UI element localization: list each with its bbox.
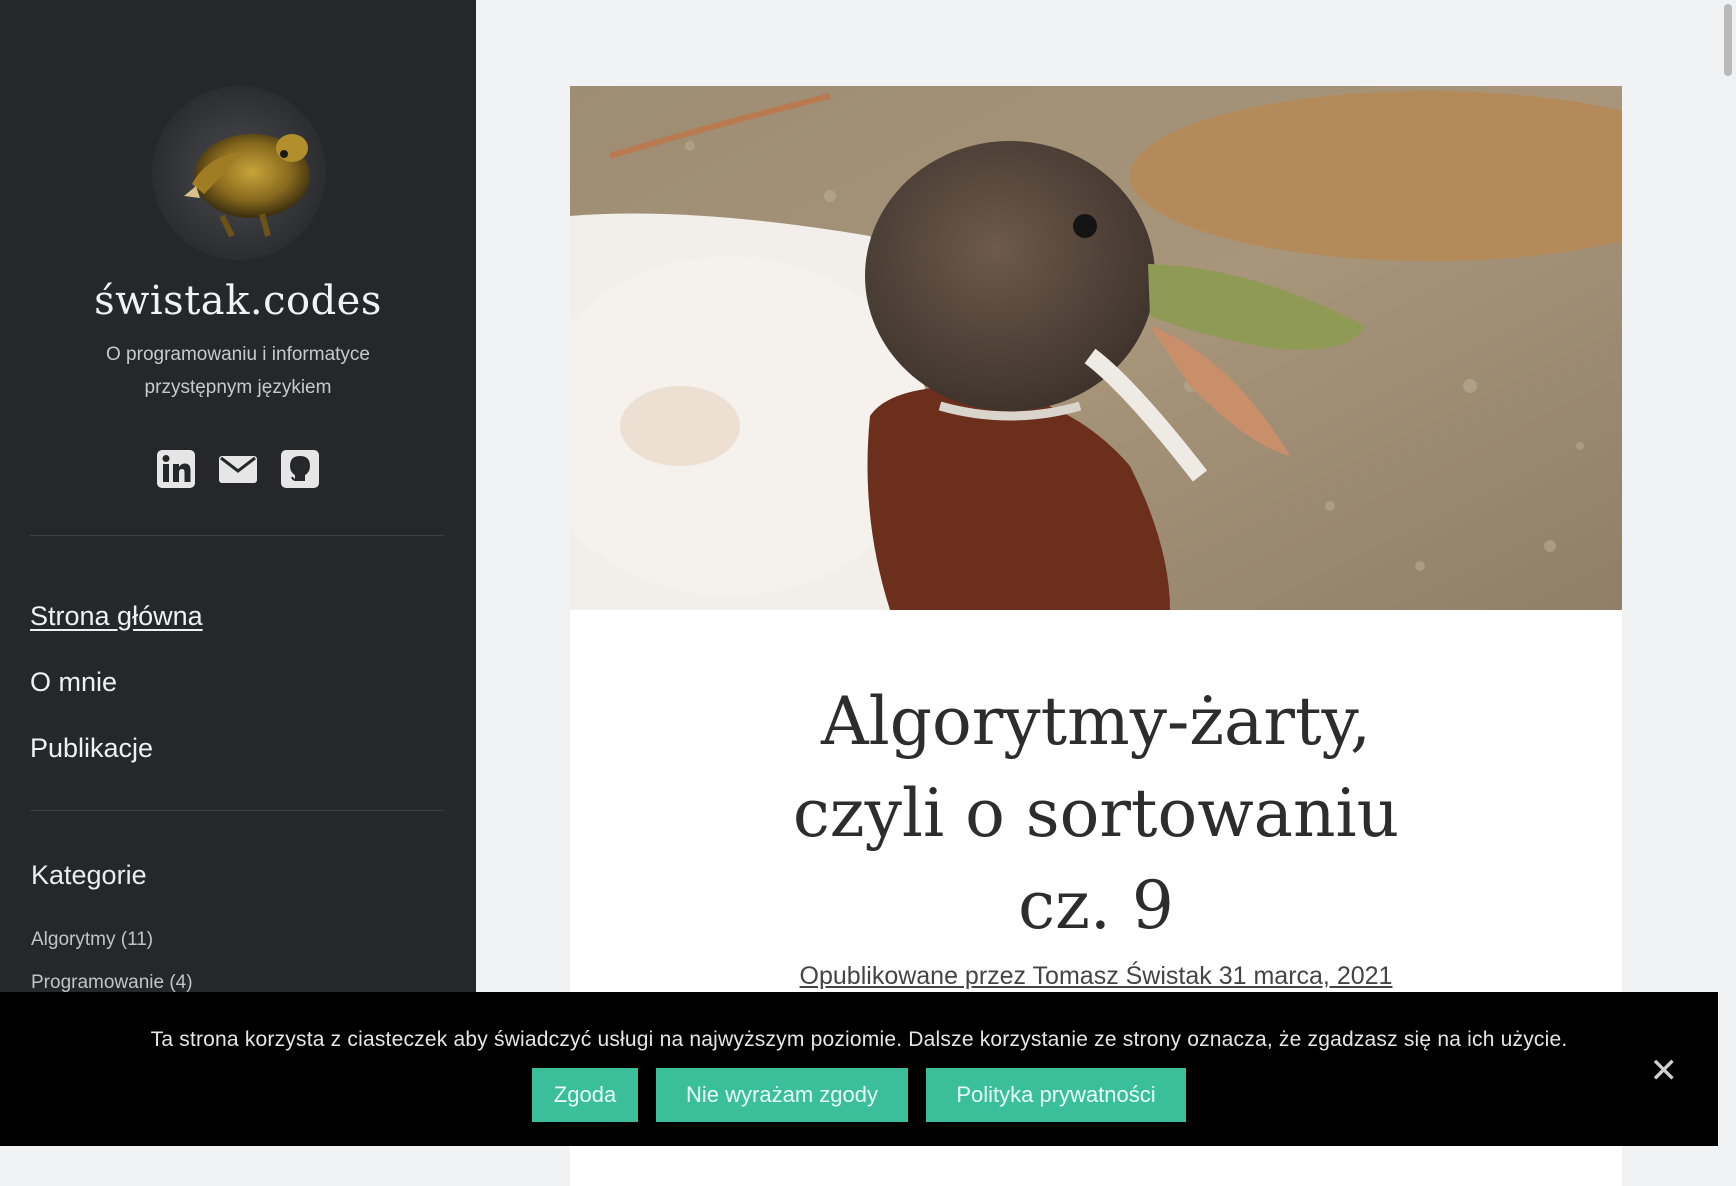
post-byline-text[interactable]: Opublikowane przez Tomasz Świstak 31 mar… [800, 962, 1393, 990]
sidebar-divider [30, 810, 444, 811]
nav-item-about[interactable]: O mnie [30, 658, 203, 724]
post-byline[interactable]: Opublikowane przez Tomasz Świstak 31 mar… [570, 962, 1622, 991]
category-item[interactable]: Algorytmy (11) [31, 925, 193, 968]
page-scrollbar[interactable] [1724, 4, 1732, 76]
site-tagline: O programowaniu i informatyce przystępny… [70, 338, 406, 404]
sidebar-divider [30, 535, 444, 536]
avatar[interactable] [152, 86, 326, 260]
social-links [0, 448, 476, 490]
privacy-policy-button[interactable]: Polityka prywatności [926, 1068, 1186, 1122]
categories-heading: Kategorie [31, 860, 147, 890]
post-title: Algorytmy-żarty, czyli o sortowaniu cz. … [570, 676, 1622, 952]
post-title-line: cz. 9 [1018, 867, 1174, 944]
envelope-icon [219, 456, 257, 483]
email-link[interactable] [217, 448, 259, 490]
github-icon [281, 450, 319, 488]
tagline-line: przystępnym językiem [144, 377, 332, 398]
marmot-logo-icon [184, 134, 310, 238]
site-title[interactable]: świstak.codes [0, 278, 476, 324]
decline-cookies-button[interactable]: Nie wyrażam zgody [656, 1068, 908, 1122]
cookie-banner: Ta strona korzysta z ciasteczek aby świa… [0, 992, 1718, 1146]
sidebar: świstak.codes O programowaniu i informat… [0, 0, 476, 1146]
nav-item-publications[interactable]: Publikacje [30, 724, 203, 790]
main-nav: Strona główna O mnie Publikacje [30, 592, 203, 790]
post-hero-image[interactable] [570, 86, 1622, 610]
tagline-line: O programowaniu i informatyce [106, 344, 370, 365]
accept-cookies-button[interactable]: Zgoda [532, 1068, 638, 1122]
linkedin-icon [157, 450, 195, 488]
close-icon[interactable]: ✕ [1650, 1054, 1679, 1088]
nav-item-home[interactable]: Strona główna [30, 592, 203, 658]
github-link[interactable] [279, 448, 321, 490]
linkedin-link[interactable] [155, 448, 197, 490]
cookie-message: Ta strona korzysta z ciasteczek aby świa… [150, 1028, 1568, 1051]
cookie-actions: Zgoda Nie wyrażam zgody Polityka prywatn… [0, 1068, 1718, 1122]
post-title-line: czyli o sortowaniu [792, 775, 1400, 852]
post-title-line: Algorytmy-żarty, [821, 683, 1371, 760]
